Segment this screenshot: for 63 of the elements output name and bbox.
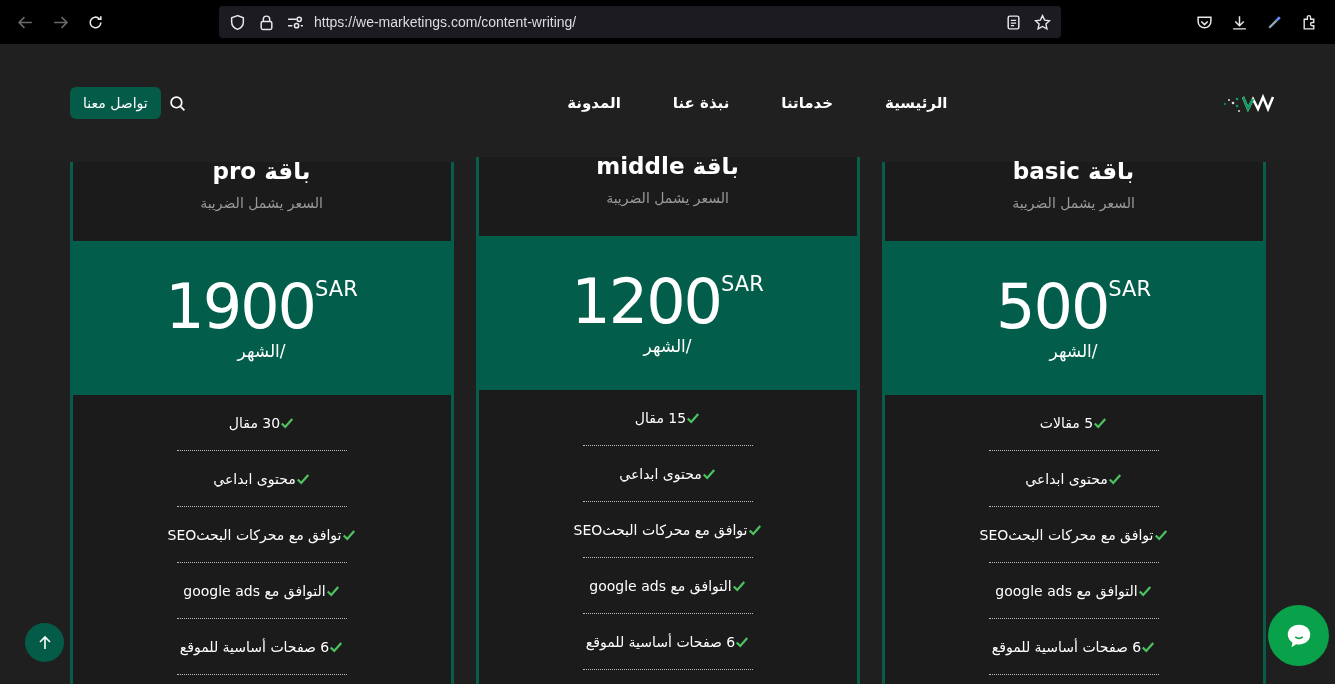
period-label: /الشهر	[237, 341, 286, 361]
feature-text: 6 صفحات أساسية للموقع	[991, 639, 1142, 655]
check-icon	[1137, 584, 1152, 598]
period-label: /الشهر	[643, 336, 692, 356]
pocket-icon[interactable]	[1196, 13, 1213, 31]
check-icon	[735, 635, 750, 649]
check-icon	[1153, 528, 1168, 542]
feature-text: التوافق مع google ads	[995, 583, 1138, 599]
feature-text: محتوى ابداعي	[619, 466, 702, 482]
nav-link[interactable]: نبذة عنا	[672, 94, 730, 112]
reload-icon[interactable]	[87, 13, 104, 31]
price-amount: 1200	[571, 270, 722, 334]
period-label: /الشهر	[1049, 341, 1098, 361]
feature-text: 5 مقالات	[1039, 415, 1094, 431]
chat-button[interactable]	[1268, 605, 1329, 666]
nav-link[interactable]: الرئيسية	[885, 94, 948, 112]
lock-icon[interactable]	[258, 13, 275, 31]
check-icon	[731, 579, 746, 593]
check-icon	[341, 528, 356, 542]
star-icon[interactable]	[1034, 13, 1051, 31]
check-icon	[686, 411, 701, 425]
plan-title: باقة middle	[596, 155, 739, 177]
check-icon	[1107, 472, 1122, 486]
currency-label: SAR	[721, 272, 764, 296]
currency-label: SAR	[315, 277, 358, 301]
scroll-top-button[interactable]	[25, 623, 64, 662]
check-icon	[325, 584, 340, 598]
check-icon	[1141, 640, 1156, 654]
url-text: https://we-marketings.com/content-writing/	[314, 14, 577, 30]
feature-text: 6 صفحات أساسية للموقع	[179, 639, 330, 655]
search-icon[interactable]	[168, 94, 186, 112]
plan-title: باقة basic	[1012, 160, 1135, 182]
tax-note: السعر يشمل الضريبة	[606, 190, 729, 206]
check-icon	[701, 467, 716, 481]
reader-view-icon[interactable]	[1005, 13, 1022, 31]
feature-text: محتوى ابداعي	[1025, 471, 1108, 487]
tax-note: السعر يشمل الضريبة	[1012, 195, 1135, 211]
nav-link[interactable]: المدونة	[567, 94, 621, 112]
feature-text: التوافق مع google ads	[183, 583, 326, 599]
contact-button[interactable]: تواصل معنا	[70, 87, 161, 119]
check-icon	[747, 523, 762, 537]
plan-title: باقة pro	[212, 160, 311, 182]
feature-text: توافق مع محركات البحثSEO	[167, 527, 342, 543]
download-icon[interactable]	[1231, 13, 1248, 31]
feature-text: 15 مقال	[634, 410, 687, 426]
price-amount: 500	[996, 275, 1109, 339]
price-amount: 1900	[165, 275, 316, 339]
feature-text: محتوى ابداعي	[213, 471, 296, 487]
shield-icon[interactable]	[229, 13, 246, 31]
feature-text: 30 مقال	[228, 415, 281, 431]
feature-text: التوافق مع google ads	[589, 578, 732, 594]
check-icon	[295, 472, 310, 486]
check-icon	[280, 416, 295, 430]
check-icon	[329, 640, 344, 654]
tax-note: السعر يشمل الضريبة	[200, 195, 323, 211]
check-icon	[1093, 416, 1108, 430]
feature-text: توافق مع محركات البحثSEO	[573, 522, 748, 538]
address-bar[interactable]: https://we-marketings.com/content-writing/	[219, 6, 1061, 38]
currency-label: SAR	[1108, 277, 1151, 301]
feature-text: 6 صفحات أساسية للموقع	[585, 634, 736, 650]
sliders-icon[interactable]	[287, 13, 304, 31]
feature-text: توافق مع محركات البحثSEO	[979, 527, 1154, 543]
nav-link[interactable]: خدماتنا	[781, 94, 834, 112]
